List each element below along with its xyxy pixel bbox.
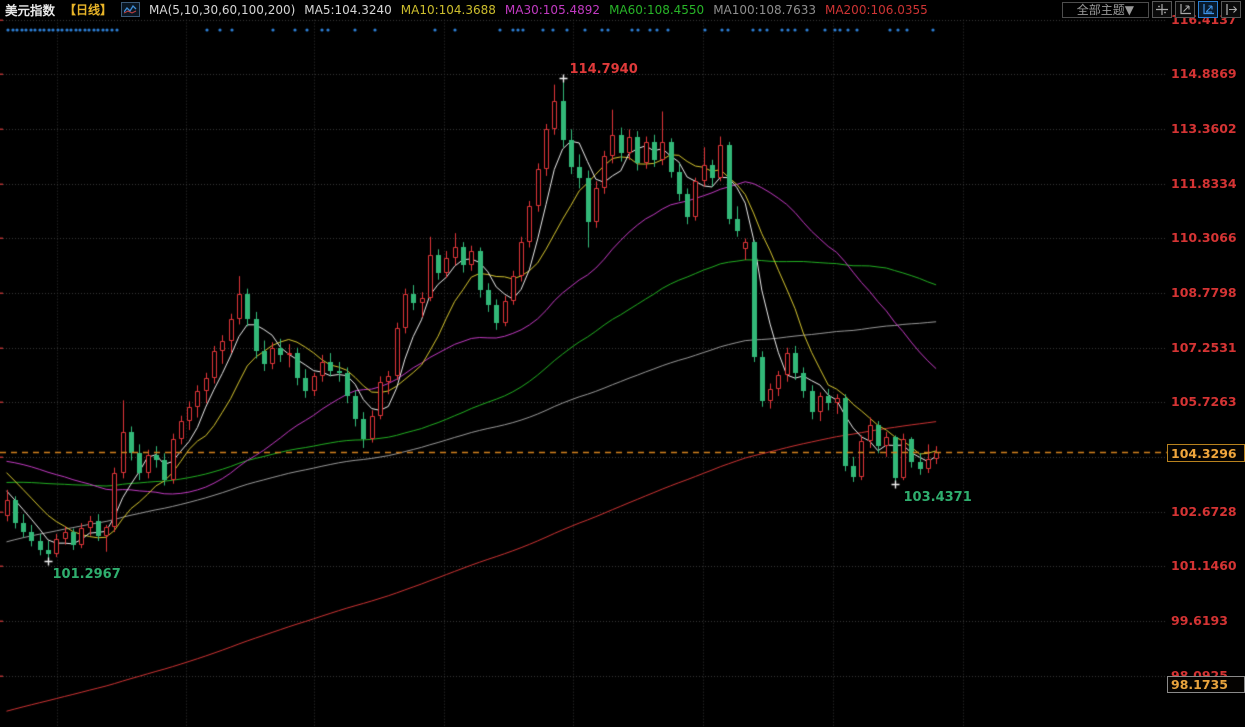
ma-group-label: MA(5,10,30,60,100,200)	[149, 3, 295, 17]
axis-tick-label: 113.3602	[1171, 121, 1237, 136]
axis-tick-label: 101.1460	[1171, 558, 1237, 573]
ma10-legend: MA10:104.3688	[401, 3, 496, 17]
axis-tick-label: 111.8334	[1171, 176, 1237, 191]
swing-low-label: 101.2967	[53, 567, 121, 582]
themes-dropdown-button[interactable]: 全部主题▼	[1062, 2, 1149, 18]
instrument-title: 美元指数	[5, 0, 55, 19]
axis-tick-label: 108.7798	[1171, 285, 1237, 300]
last-price-value: 104.3296	[1168, 446, 1237, 461]
y-axis-scale-icon[interactable]	[1175, 1, 1195, 18]
axis-tick-label: 99.6193	[1171, 613, 1228, 628]
ma200-legend: MA200:106.0355	[825, 3, 928, 17]
chart-header: 美元指数 【日线】 MA(5,10,30,60,100,200) MA5:104…	[0, 0, 1245, 19]
swing-low-label: 103.4371	[904, 490, 972, 505]
swing-high-label: 114.7940	[570, 62, 638, 77]
ma60-legend: MA60:108.4550	[609, 3, 704, 17]
axis-tick-label: 107.2531	[1171, 340, 1237, 355]
secondary-price-box: 98.1735	[1167, 676, 1245, 693]
axis-tick-label: 105.7263	[1171, 394, 1237, 409]
axis-tick-label: 102.6728	[1171, 504, 1237, 519]
crosshair-icon[interactable]	[1152, 1, 1172, 18]
ma30-legend: MA30:105.4892	[505, 3, 600, 17]
ma100-legend: MA100:108.7633	[713, 3, 816, 17]
axis-tick-label: 110.3066	[1171, 230, 1237, 245]
period-tag: 【日线】	[64, 1, 112, 18]
indicator-icon[interactable]	[121, 2, 140, 17]
y-axis-scale-active-icon[interactable]	[1198, 1, 1218, 18]
axis-tick-label: 114.8869	[1171, 66, 1237, 81]
last-price-box: 104.3296	[1167, 444, 1245, 462]
ma5-legend: MA5:104.3240	[304, 3, 392, 17]
secondary-price-value: 98.1735	[1168, 677, 1228, 692]
pan-right-icon[interactable]	[1221, 1, 1241, 18]
chart-canvas[interactable]	[0, 0, 1245, 727]
chart-toolbar: 全部主题▼	[1062, 1, 1241, 18]
